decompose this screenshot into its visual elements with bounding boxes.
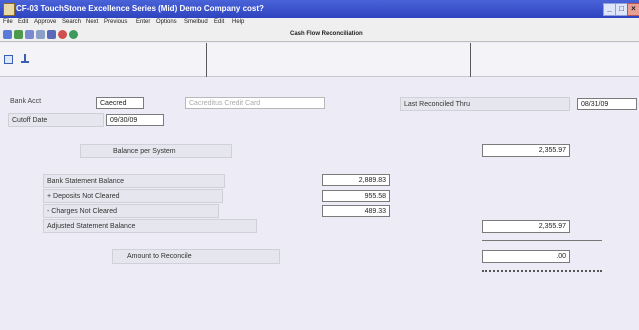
menu-help[interactable]: Help <box>232 19 244 25</box>
menu-next[interactable]: Next <box>86 19 98 25</box>
save-icon[interactable] <box>3 30 12 39</box>
last-reconciled-field: 08/31/09 <box>577 98 637 110</box>
bank-statement-value[interactable]: 2,889.83 <box>322 174 390 186</box>
menu-file[interactable]: File <box>3 19 13 25</box>
menu-edit-2[interactable]: Edit <box>214 19 224 25</box>
bank-acct-description: Cacreditus Credit Card <box>185 97 325 109</box>
bank-acct-field[interactable]: Caecred <box>96 97 144 109</box>
attach-icon[interactable] <box>20 54 30 64</box>
amount-to-reconcile-label: Amount to Reconcile <box>112 249 280 264</box>
notes-icon[interactable] <box>4 55 13 64</box>
print-icon[interactable] <box>14 30 23 39</box>
balance-per-system-label: Balance per System <box>80 144 232 158</box>
double-underline <box>482 270 602 272</box>
help-icon[interactable] <box>58 30 67 39</box>
cutoff-date-label: Cutoff Date <box>8 113 104 127</box>
sub-toolbar <box>0 43 639 77</box>
exit-icon[interactable] <box>69 30 78 39</box>
window-title: CF-03 TouchStone Excellence Series (Mid)… <box>16 4 264 13</box>
menu-enter[interactable]: Enter <box>136 19 150 25</box>
cutoff-date-field[interactable]: 09/30/09 <box>106 114 164 126</box>
menu-bar: File Edit Approve Search Next Previous E… <box>0 18 639 28</box>
deposits-not-cleared-label: + Deposits Not Cleared <box>43 189 223 203</box>
window-titlebar: CF-03 TouchStone Excellence Series (Mid)… <box>0 0 639 18</box>
close-button[interactable]: × <box>627 3 639 16</box>
panel-divider <box>470 43 471 77</box>
adjusted-statement-value: 2,355.97 <box>482 220 570 233</box>
menu-smelbud[interactable]: Smelbud <box>184 19 208 25</box>
form-title: Cash Flow Reconciliation <box>290 31 363 37</box>
deposits-not-cleared-value: 955.58 <box>322 190 390 202</box>
app-logo-icon <box>3 3 15 16</box>
toolbar: Cash Flow Reconciliation <box>0 28 639 42</box>
menu-options[interactable]: Options <box>156 19 177 25</box>
bank-statement-label: Bank Statement Balance <box>43 174 225 188</box>
balance-per-system-value: 2,355.97 <box>482 144 570 157</box>
last-reconciled-label: Last Reconciled Thru <box>400 97 570 111</box>
find-icon[interactable] <box>36 30 45 39</box>
menu-search[interactable]: Search <box>62 19 81 25</box>
copy-icon[interactable] <box>25 30 34 39</box>
menu-edit[interactable]: Edit <box>18 19 28 25</box>
menu-previous[interactable]: Previous <box>104 19 127 25</box>
bank-acct-label: Bank Acct <box>10 98 42 105</box>
chart-icon[interactable] <box>47 30 56 39</box>
amount-to-reconcile-value: .00 <box>482 250 570 263</box>
charges-not-cleared-label: - Charges Not Cleared <box>43 204 219 218</box>
adjusted-statement-label: Adjusted Statement Balance <box>43 219 257 233</box>
menu-approve[interactable]: Approve <box>34 19 56 25</box>
panel-divider <box>206 43 207 77</box>
charges-not-cleared-value: 489.33 <box>322 205 390 217</box>
total-rule <box>482 240 602 241</box>
